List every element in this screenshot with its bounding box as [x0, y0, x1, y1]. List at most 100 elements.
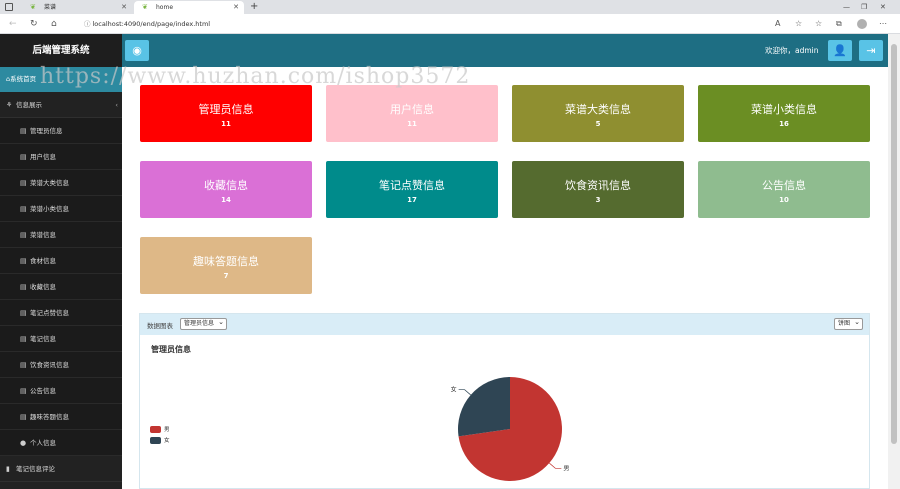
pie-slice[interactable]	[458, 377, 510, 437]
legend-item[interactable]: 男	[150, 426, 170, 437]
sidebar-item-admin[interactable]: ▤ 管理员信息	[0, 118, 122, 144]
browser-tab-recipe[interactable]: ❦ 菜谱 ✕	[22, 1, 132, 14]
card-title: 用户信息	[390, 103, 434, 116]
sidebar-item-recipe-category[interactable]: ▤ 菜谱大类信息	[0, 170, 122, 196]
toggle-sidebar-button[interactable]: ◉	[125, 40, 149, 61]
sidebar-item-label: 收藏信息	[30, 283, 56, 291]
sidebar-item-diet-news[interactable]: ▤ 饮食资讯信息	[0, 352, 122, 378]
window-close-icon[interactable]: ✕	[880, 0, 886, 14]
pie-label: 女	[451, 386, 457, 394]
browser-tabbar: ❦ 菜谱 ✕ ❦ home ✕ + — ❐ ✕	[0, 0, 900, 14]
sidebar-item-label: 菜谱小类信息	[30, 205, 69, 213]
pie-chart: 男女	[451, 377, 569, 481]
card-title: 趣味答题信息	[193, 255, 259, 268]
card-title: 公告信息	[762, 179, 806, 192]
table-icon: ▤	[20, 257, 27, 265]
stat-card-recipe-subcategory[interactable]: 菜谱小类信息 16	[698, 85, 870, 142]
sidebar-item-profile[interactable]: ● 个人信息	[0, 430, 122, 456]
home-icon[interactable]: ⌂	[51, 17, 57, 31]
sidebar-item-quiz[interactable]: ▤ 趣味答题信息	[0, 404, 122, 430]
url-text: localhost:4090/end/page/index.html	[92, 20, 211, 28]
top-header: 后端管理系统 ◉ 欢迎你，admin 👤 ⇥	[0, 34, 888, 67]
sidebar-group-label: 信息展示	[16, 101, 42, 109]
pie-label-line	[549, 462, 562, 469]
stat-card-user[interactable]: 用户信息 11	[326, 85, 498, 142]
sidebar-item-label: 菜谱信息	[30, 231, 56, 239]
legend-item[interactable]: 女	[150, 437, 170, 448]
sidebar-item-label: 用户信息	[30, 153, 56, 161]
minimize-icon[interactable]: —	[843, 0, 850, 14]
maximize-icon[interactable]: ❐	[861, 0, 867, 14]
sidebar-item-user[interactable]: ▤ 用户信息	[0, 144, 122, 170]
chart-panel: 数据图表 管理员信息 饼图 管理员信息 男 女 男女	[139, 313, 870, 489]
more-icon[interactable]: ⋯	[879, 17, 887, 31]
chart-toolbar: 数据图表 管理员信息 饼图	[140, 314, 869, 335]
file-icon: ▮	[6, 465, 10, 473]
table-icon: ▤	[20, 413, 27, 421]
card-count: 5	[595, 120, 601, 128]
new-tab-icon[interactable]: +	[250, 0, 258, 14]
collections-icon[interactable]: ⧉	[836, 17, 842, 31]
read-aloud-icon[interactable]: A	[775, 17, 780, 31]
sidebar-item-label: 食材信息	[30, 257, 56, 265]
user-icon: 👤	[833, 44, 847, 57]
pie-label: 男	[563, 465, 569, 472]
scrollbar-thumb[interactable]	[891, 44, 897, 444]
sidebar-item-notice[interactable]: ▤ 公告信息	[0, 378, 122, 404]
sidebar-item-favorite[interactable]: ▤ 收藏信息	[0, 274, 122, 300]
legend-label: 男	[164, 427, 170, 433]
sidebar-item-label: 趣味答题信息	[30, 413, 69, 421]
card-count: 17	[407, 196, 417, 204]
sidebar-item-label: 笔记信息	[30, 335, 56, 343]
table-icon: ▤	[20, 283, 27, 291]
favorites-icon[interactable]: ☆	[815, 17, 822, 31]
pie-label-line	[458, 389, 471, 396]
logout-icon: ⇥	[866, 44, 876, 57]
chart-label: 数据图表	[147, 322, 173, 330]
card-count: 11	[407, 120, 417, 128]
legend-swatch	[150, 426, 161, 433]
chart-legend: 男 女	[150, 426, 170, 448]
close-icon[interactable]: ✕	[121, 1, 127, 14]
sidebar-item-label: 管理员信息	[30, 127, 63, 135]
sidebar-item-recipe[interactable]: ▤ 菜谱信息	[0, 222, 122, 248]
stat-card-note-like[interactable]: 笔记点赞信息 17	[326, 161, 498, 218]
table-icon: ▤	[20, 387, 27, 395]
stat-card-admin[interactable]: 管理员信息 11	[140, 85, 312, 142]
table-icon: ▤	[20, 153, 27, 161]
logout-button[interactable]: ⇥	[859, 40, 883, 61]
browser-tab-home[interactable]: ❦ home ✕	[134, 1, 244, 14]
sidebar-item-note[interactable]: ▤ 笔记信息	[0, 326, 122, 352]
tab-label: home	[156, 4, 174, 11]
profile-avatar[interactable]	[857, 19, 867, 29]
sidebar-item-recipe-subcategory[interactable]: ▤ 菜谱小类信息	[0, 196, 122, 222]
brand-title: 后端管理系统	[0, 34, 122, 67]
card-count: 7	[223, 272, 229, 280]
stat-card-recipe-category[interactable]: 菜谱大类信息 5	[512, 85, 684, 142]
page-scrollbar[interactable]	[888, 34, 900, 489]
sidebar-item-note-like[interactable]: ▤ 笔记点赞信息	[0, 300, 122, 326]
reload-icon[interactable]: ↻	[30, 17, 38, 31]
close-icon[interactable]: ✕	[233, 1, 239, 14]
table-icon: ▤	[20, 179, 27, 187]
sidebar-item-ingredient[interactable]: ▤ 食材信息	[0, 248, 122, 274]
url-field[interactable]: ⓘ localhost:4090/end/page/index.html	[84, 19, 210, 29]
user-profile-button[interactable]: 👤	[828, 40, 852, 61]
table-icon: ▤	[20, 127, 27, 135]
back-icon[interactable]: ←	[9, 17, 17, 31]
stat-card-quiz[interactable]: 趣味答题信息 7	[140, 237, 312, 294]
favorite-add-icon[interactable]: ☆	[795, 17, 802, 31]
sidebar-group-note-comment[interactable]: ▮ 笔记信息评论	[0, 456, 122, 482]
window-icon[interactable]	[5, 3, 13, 11]
card-count: 14	[221, 196, 231, 204]
stat-card-diet-news[interactable]: 饮食资讯信息 3	[512, 161, 684, 218]
stat-card-favorite[interactable]: 收藏信息 14	[140, 161, 312, 218]
stat-card-notice[interactable]: 公告信息 10	[698, 161, 870, 218]
chart-type-select[interactable]: 饼图	[833, 317, 863, 330]
sidebar-group-info[interactable]: ⚘ 信息展示 ‹	[0, 92, 122, 118]
table-select[interactable]: 管理员信息	[180, 317, 228, 330]
select-value: 管理员信息	[184, 320, 215, 327]
card-count: 3	[595, 196, 601, 204]
card-title: 管理员信息	[198, 103, 254, 116]
chevron-left-icon: ‹	[115, 101, 118, 109]
